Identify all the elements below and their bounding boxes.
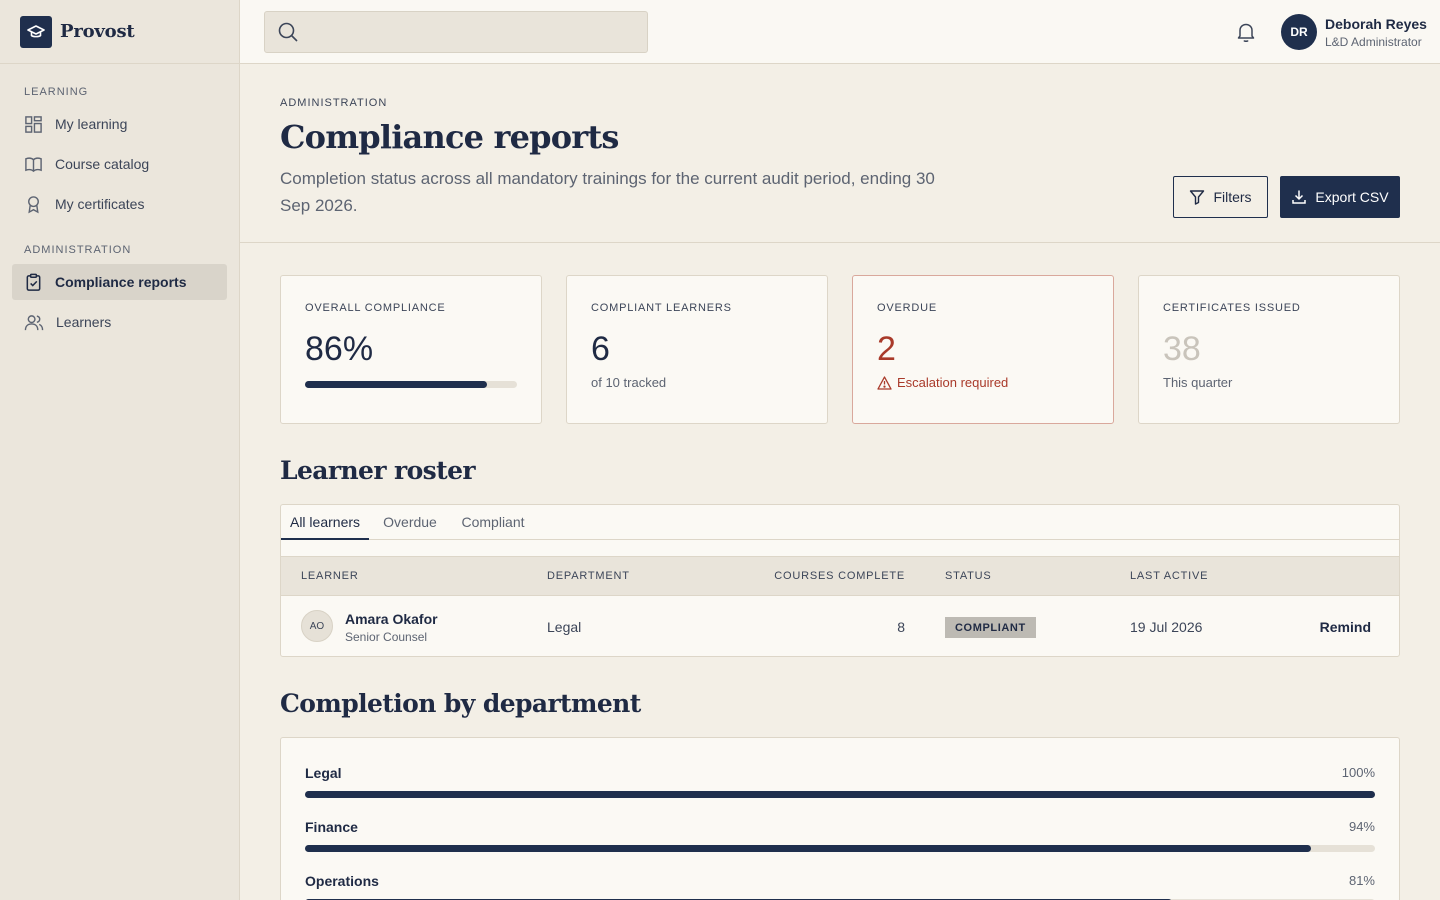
learner-title: Senior Counsel xyxy=(345,630,428,644)
stat-label: OVERDUE xyxy=(877,302,937,314)
department-completion-panel: Legal 100% Finance 94% Operations 81% xyxy=(280,737,1400,900)
search-box[interactable] xyxy=(264,11,648,53)
table-row[interactable]: AO Amara Okafor Senior Counsel Legal 8 C… xyxy=(281,596,1399,656)
filters-button[interactable]: Filters xyxy=(1173,176,1268,218)
nav-heading-learning: LEARNING xyxy=(24,86,89,98)
stat-label: CERTIFICATES ISSUED xyxy=(1163,302,1301,314)
filter-icon xyxy=(1190,190,1205,205)
user-name[interactable]: Deborah Reyes xyxy=(1325,16,1427,32)
column-header-status[interactable]: STATUS xyxy=(945,570,992,582)
department-row-operations: Operations 81% xyxy=(305,873,1375,900)
sidebar-item-label: My certificates xyxy=(55,196,145,212)
sidebar-item-label: Course catalog xyxy=(55,156,150,172)
compliance-progress-fill xyxy=(305,381,488,388)
stat-label: OVERALL COMPLIANCE xyxy=(305,302,446,314)
column-header-courses-complete[interactable]: COURSES COMPLETE xyxy=(774,570,905,582)
stat-card-overdue: OVERDUE 2 Escalation required xyxy=(852,275,1114,424)
sidebar-item-label: Compliance reports xyxy=(55,274,187,290)
table-header: LEARNER DEPARTMENT COURSES COMPLETE STAT… xyxy=(281,556,1399,596)
download-icon xyxy=(1292,190,1307,204)
department-percent: 94% xyxy=(1348,819,1375,834)
sidebar-item-my-learning[interactable]: My learning xyxy=(12,106,227,142)
stat-subtext: This quarter xyxy=(1163,375,1233,390)
department-progress-fill xyxy=(305,845,1311,852)
escalation-text: Escalation required xyxy=(897,375,1009,390)
department-name: Legal xyxy=(305,765,342,781)
sidebar-item-learners[interactable]: Learners xyxy=(12,304,227,340)
stat-subtext: Escalation required xyxy=(877,375,1008,390)
compliance-progress-bar xyxy=(305,381,517,388)
department-name: Finance xyxy=(305,819,358,835)
export-csv-button-label: Export CSV xyxy=(1315,189,1389,205)
department-percent: 81% xyxy=(1348,873,1375,888)
learner-department: Legal xyxy=(547,619,582,635)
award-icon xyxy=(28,195,39,213)
warning-icon xyxy=(877,375,892,390)
learner-roster-panel: All learners Overdue Compliant LEARNER D… xyxy=(280,504,1400,657)
department-progress-bar xyxy=(305,845,1375,852)
app-name: Provost xyxy=(60,21,135,42)
breadcrumb: ADMINISTRATION xyxy=(280,97,388,109)
stat-card-overall-compliance: OVERALL COMPLIANCE 86% xyxy=(280,275,542,424)
department-row-finance: Finance 94% xyxy=(305,819,1375,853)
tab-compliant[interactable]: Compliant xyxy=(455,505,531,540)
search-input[interactable] xyxy=(307,12,647,52)
export-csv-button[interactable]: Export CSV xyxy=(1280,176,1400,218)
sidebar-item-label: Learners xyxy=(56,314,112,330)
column-header-department[interactable]: DEPARTMENT xyxy=(547,570,630,582)
user-role: L&D Administrator xyxy=(1325,35,1422,49)
sidebar-item-my-certificates[interactable]: My certificates xyxy=(12,186,227,222)
learner-avatar: AO xyxy=(301,610,333,642)
status-badge: COMPLIANT xyxy=(945,617,1036,638)
notifications-bell-icon[interactable] xyxy=(1236,21,1256,46)
sidebar: Provost LEARNING My learning Course cata… xyxy=(0,0,240,900)
nav-heading-administration: ADMINISTRATION xyxy=(24,244,132,256)
stat-card-compliant-learners: COMPLIANT LEARNERS 6 of 10 tracked xyxy=(566,275,828,424)
dashboard-icon xyxy=(25,115,42,133)
topbar: DR Deborah Reyes L&D Administrator xyxy=(240,0,1440,64)
book-icon xyxy=(25,156,42,172)
search-icon xyxy=(278,22,298,42)
tab-all-learners[interactable]: All learners xyxy=(281,505,369,540)
department-completion-title: Completion by department xyxy=(280,689,641,718)
sidebar-item-course-catalog[interactable]: Course catalog xyxy=(12,146,227,182)
stat-card-certificates-issued: CERTIFICATES ISSUED 38 This quarter xyxy=(1138,275,1400,424)
department-progress-bar xyxy=(305,791,1375,798)
stat-subtext: of 10 tracked xyxy=(591,375,667,390)
page-description: Completion status across all mandatory t… xyxy=(280,169,935,215)
page-title: Compliance reports xyxy=(280,118,619,156)
stat-value: 86% xyxy=(305,330,374,368)
filters-button-label: Filters xyxy=(1213,189,1252,205)
stat-value: 2 xyxy=(877,330,896,368)
page-header: ADMINISTRATION Compliance reports Comple… xyxy=(240,64,1440,243)
sidebar-item-compliance-reports[interactable]: Compliance reports xyxy=(12,264,227,300)
stat-label: COMPLIANT LEARNERS xyxy=(591,302,732,314)
tab-overdue[interactable]: Overdue xyxy=(377,505,443,540)
department-name: Operations xyxy=(305,873,379,889)
column-header-last-active[interactable]: LAST ACTIVE xyxy=(1130,570,1208,582)
users-icon xyxy=(24,314,44,330)
roster-title: Learner roster xyxy=(280,456,476,485)
department-progress-fill xyxy=(305,791,1375,798)
graduation-cap-icon xyxy=(20,15,52,48)
stat-value: 6 xyxy=(591,330,610,368)
clipboard-check-icon xyxy=(26,273,41,291)
department-percent: 100% xyxy=(1341,765,1375,780)
sidebar-item-label: My learning xyxy=(55,116,128,132)
column-header-learner[interactable]: LEARNER xyxy=(301,570,359,582)
stat-value: 38 xyxy=(1163,330,1201,368)
user-avatar[interactable]: DR xyxy=(1281,14,1317,50)
learner-courses-complete: 8 xyxy=(897,619,905,635)
roster-tabs: All learners Overdue Compliant xyxy=(281,505,1399,540)
department-row-legal: Legal 100% xyxy=(305,765,1375,799)
learner-last-active: 19 Jul 2026 xyxy=(1130,619,1203,635)
remind-button[interactable]: Remind xyxy=(1320,619,1371,635)
learner-name: Amara Okafor xyxy=(345,611,438,627)
brand[interactable]: Provost xyxy=(0,0,239,64)
